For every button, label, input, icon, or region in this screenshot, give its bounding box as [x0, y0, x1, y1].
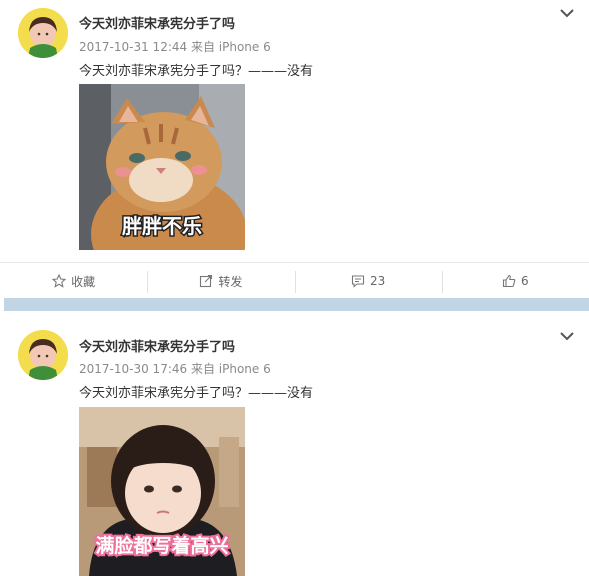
user-name[interactable]: 今天刘亦菲宋承宪分手了吗: [79, 336, 235, 355]
post-image-cat[interactable]: 胖胖不乐: [79, 84, 245, 250]
avatar[interactable]: [18, 330, 68, 380]
repost-button[interactable]: 转发: [147, 263, 294, 299]
action-bar: 收藏 转发 23 6: [0, 262, 589, 299]
image-caption: 满脸都写着高兴: [95, 534, 228, 557]
post-text: 今天刘亦菲宋承宪分手了吗？———没有: [79, 386, 314, 401]
like-icon: [502, 274, 516, 288]
chevron-down-icon[interactable]: [559, 328, 575, 344]
post-image-child[interactable]: 满脸都写着高兴: [79, 407, 245, 576]
weibo-feed: 今天刘亦菲宋承宪分手了吗 2017-10-31 12:44 来自 iPhone …: [0, 0, 589, 576]
post-source: 来自 iPhone 6: [190, 362, 271, 376]
comment-count: 23: [369, 274, 386, 288]
comment-icon: [351, 275, 365, 288]
user-name[interactable]: 今天刘亦菲宋承宪分手了吗: [79, 13, 235, 32]
chevron-down-icon[interactable]: [559, 5, 575, 21]
post-meta: 2017-10-31 12:44 来自 iPhone 6: [79, 38, 271, 55]
post-meta: 2017-10-30 17:46 来自 iPhone 6: [79, 360, 271, 377]
star-icon: [52, 274, 67, 288]
image-caption: 胖胖不乐: [121, 214, 202, 238]
post-date[interactable]: 2017-10-31 12:44: [79, 40, 187, 54]
like-button[interactable]: 6: [441, 263, 589, 299]
like-count: 6: [521, 274, 529, 288]
repost-icon: [200, 274, 213, 288]
favorite-label: 收藏: [71, 274, 96, 289]
post-date[interactable]: 2017-10-30 17:46: [79, 362, 187, 376]
post-card: 今天刘亦菲宋承宪分手了吗 2017-10-30 17:46 来自 iPhone …: [0, 311, 589, 576]
post-text: 今天刘亦菲宋承宪分手了吗？———没有: [79, 64, 314, 79]
repost-label: 转发: [218, 274, 243, 289]
comment-button[interactable]: 23: [294, 263, 442, 299]
avatar[interactable]: [18, 8, 68, 58]
feed-divider: [4, 298, 589, 311]
favorite-button[interactable]: 收藏: [0, 263, 147, 299]
post-card: 今天刘亦菲宋承宪分手了吗 2017-10-31 12:44 来自 iPhone …: [0, 0, 589, 298]
post-source: 来自 iPhone 6: [190, 40, 271, 54]
